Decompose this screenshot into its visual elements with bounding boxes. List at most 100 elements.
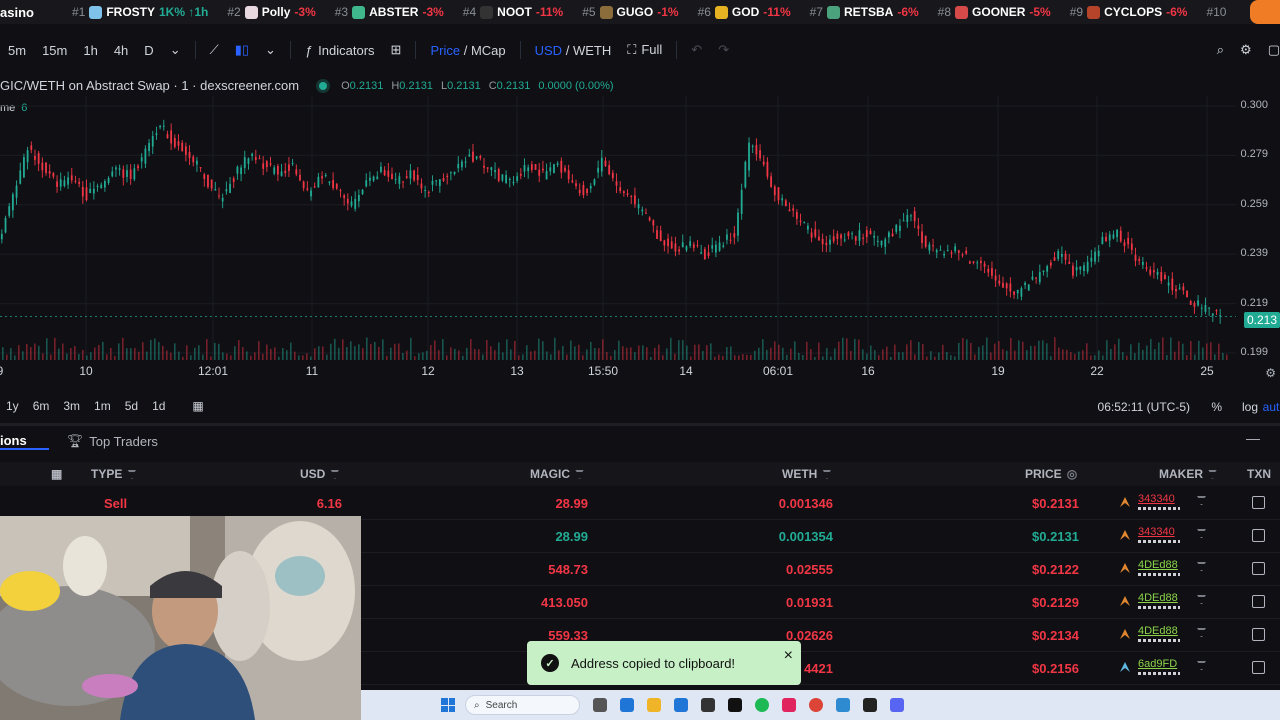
candle-body bbox=[1097, 250, 1100, 257]
usd-weth-toggle[interactable]: USD / WETH bbox=[535, 43, 612, 58]
chevron-down-icon[interactable]: ⌄ bbox=[170, 42, 181, 58]
filter-icon[interactable] bbox=[1197, 496, 1206, 505]
ticker-item[interactable]: #10 bbox=[1206, 5, 1251, 19]
col-type[interactable]: TYPE bbox=[91, 467, 137, 481]
chevron-down-icon[interactable]: ⌄ bbox=[265, 42, 276, 58]
line-chart-icon[interactable]: ⟋ bbox=[210, 42, 219, 58]
ticker-change: -1% bbox=[657, 5, 679, 19]
layout-grid-icon[interactable]: ⊞ bbox=[391, 42, 402, 58]
candle-body bbox=[203, 174, 206, 179]
capcut-icon[interactable] bbox=[728, 698, 742, 712]
col-maker[interactable]: MAKER bbox=[1159, 467, 1217, 481]
range-6m[interactable]: 6m bbox=[33, 399, 50, 413]
ticker-item[interactable]: #1 FROSTY 1K% ↑1h bbox=[72, 5, 208, 19]
redo-icon[interactable]: ↷ bbox=[718, 42, 729, 58]
price-chart[interactable] bbox=[0, 96, 1236, 360]
file-explorer-icon[interactable] bbox=[647, 698, 661, 712]
interval-1h[interactable]: 1h bbox=[83, 43, 97, 58]
ticker-item[interactable]: #4 NOOT -11% bbox=[463, 5, 563, 19]
ticker-brand[interactable]: asino bbox=[0, 5, 34, 20]
external-link-icon[interactable] bbox=[1252, 628, 1265, 641]
maker-cell[interactable]: 4DEd88 bbox=[1118, 559, 1180, 576]
maker-cell[interactable]: 4DEd88 bbox=[1118, 592, 1180, 609]
settings-app-icon[interactable] bbox=[674, 698, 688, 712]
external-link-icon[interactable] bbox=[1252, 529, 1265, 542]
range-5d[interactable]: 5d bbox=[125, 399, 138, 413]
store-icon[interactable] bbox=[620, 698, 634, 712]
interval-5m[interactable]: 5m bbox=[8, 43, 26, 58]
range-3m[interactable]: 3m bbox=[63, 399, 80, 413]
maker-cell[interactable]: 343340 bbox=[1118, 526, 1180, 543]
pen-icon[interactable] bbox=[701, 698, 715, 712]
ticker-item[interactable]: #2 Polly -3% bbox=[227, 5, 315, 19]
candle-body bbox=[335, 183, 338, 189]
maker-cell[interactable]: 6ad9FD bbox=[1118, 658, 1180, 675]
volume-bar bbox=[614, 350, 616, 360]
external-link-icon[interactable] bbox=[1252, 562, 1265, 575]
interval-4h[interactable]: 4h bbox=[114, 43, 128, 58]
maker-cell[interactable]: 343340 bbox=[1118, 493, 1180, 510]
indicators-button[interactable]: ƒ Indicators bbox=[305, 43, 375, 58]
ticker-item[interactable]: #8 GOONER -5% bbox=[938, 5, 1051, 19]
filter-icon[interactable] bbox=[1197, 529, 1206, 538]
interval-d[interactable]: D bbox=[144, 43, 153, 58]
external-link-icon[interactable] bbox=[1252, 661, 1265, 674]
tab-top-traders[interactable]: 🏆︎ Top Traders bbox=[67, 433, 158, 449]
col-magic[interactable]: MAGIC bbox=[530, 467, 584, 481]
price-cell: $0.2131 bbox=[1032, 496, 1079, 511]
check-icon: ✓ bbox=[541, 654, 559, 672]
external-link-icon[interactable] bbox=[1252, 595, 1265, 608]
col-price[interactable]: PRICE ◎ bbox=[1025, 467, 1077, 481]
ticker-item[interactable]: #9 CYCLOPS -6% bbox=[1070, 5, 1188, 19]
time-tick-label: 14 bbox=[679, 364, 693, 378]
range-1m[interactable]: 1m bbox=[94, 399, 111, 413]
camera-icon[interactable]: ▢ bbox=[1268, 42, 1280, 58]
fire-icon[interactable] bbox=[1250, 0, 1280, 24]
minimize-icon[interactable]: — bbox=[1246, 430, 1260, 446]
maker-activity-bars bbox=[1138, 606, 1180, 609]
filter-icon[interactable] bbox=[1197, 661, 1206, 670]
filter-icon[interactable] bbox=[1197, 562, 1206, 571]
col-usd[interactable]: USD bbox=[300, 467, 340, 481]
calendar-icon[interactable]: ▦ bbox=[192, 399, 203, 413]
price-axis[interactable]: 0.300 0.279 0.259 0.239 0.219 0.199 0.213 bbox=[1236, 96, 1280, 360]
utc-clock[interactable]: 06:52:11 (UTC-5) bbox=[1098, 400, 1190, 414]
filter-icon[interactable] bbox=[1197, 595, 1206, 604]
tiktok-icon[interactable] bbox=[782, 698, 796, 712]
price-mcap-toggle[interactable]: Price / MCap bbox=[430, 43, 505, 58]
edge-icon[interactable] bbox=[836, 698, 850, 712]
chrome-icon[interactable] bbox=[809, 698, 823, 712]
calendar-icon[interactable]: ▦ bbox=[51, 467, 62, 481]
candles-icon[interactable]: ▮▯ bbox=[235, 42, 249, 58]
log-toggle[interactable]: log bbox=[1242, 400, 1258, 414]
maker-cell[interactable]: 4DEd88 bbox=[1118, 625, 1180, 642]
fullscreen-button[interactable]: ⛶ Full bbox=[627, 42, 662, 58]
panel-resize-handle[interactable] bbox=[0, 423, 1280, 426]
obs-icon[interactable] bbox=[863, 698, 877, 712]
undo-icon[interactable]: ↶ bbox=[691, 42, 702, 58]
taskbar-search[interactable]: ⌕ Search bbox=[465, 695, 580, 715]
interval-15m[interactable]: 15m bbox=[42, 43, 67, 58]
filter-icon[interactable] bbox=[1197, 628, 1206, 637]
ticker-item[interactable]: #3 ABSTER -3% bbox=[335, 5, 444, 19]
settings-gear-icon[interactable]: ⚙ bbox=[1265, 366, 1276, 380]
discord-icon[interactable] bbox=[890, 698, 904, 712]
ticker-item[interactable]: #7 RETSBA -6% bbox=[810, 5, 919, 19]
gear-icon[interactable]: ⚙ bbox=[1240, 42, 1252, 58]
range-1d[interactable]: 1d bbox=[152, 399, 165, 413]
task-view-icon[interactable] bbox=[593, 698, 607, 712]
range-1y[interactable]: 1y bbox=[6, 399, 19, 413]
col-weth[interactable]: WETH bbox=[782, 467, 832, 481]
spotify-icon[interactable] bbox=[755, 698, 769, 712]
tab-transactions[interactable]: ions bbox=[0, 433, 49, 450]
screenshot-icon[interactable]: ⌕ bbox=[1217, 42, 1224, 58]
close-icon[interactable]: × bbox=[784, 647, 793, 665]
candle-body bbox=[773, 186, 776, 196]
percent-toggle[interactable]: % bbox=[1211, 400, 1222, 414]
time-axis[interactable]: 9 10 12:01 11 12 13 15:50 14 06:01 16 19 22 25 bbox=[0, 364, 1240, 382]
external-link-icon[interactable] bbox=[1252, 496, 1265, 509]
windows-start-icon[interactable] bbox=[441, 698, 455, 712]
auto-toggle[interactable]: auto bbox=[1263, 400, 1280, 414]
ticker-item[interactable]: #5 GUGO -1% bbox=[582, 5, 678, 19]
ticker-item[interactable]: #6 GOD -11% bbox=[698, 5, 791, 19]
